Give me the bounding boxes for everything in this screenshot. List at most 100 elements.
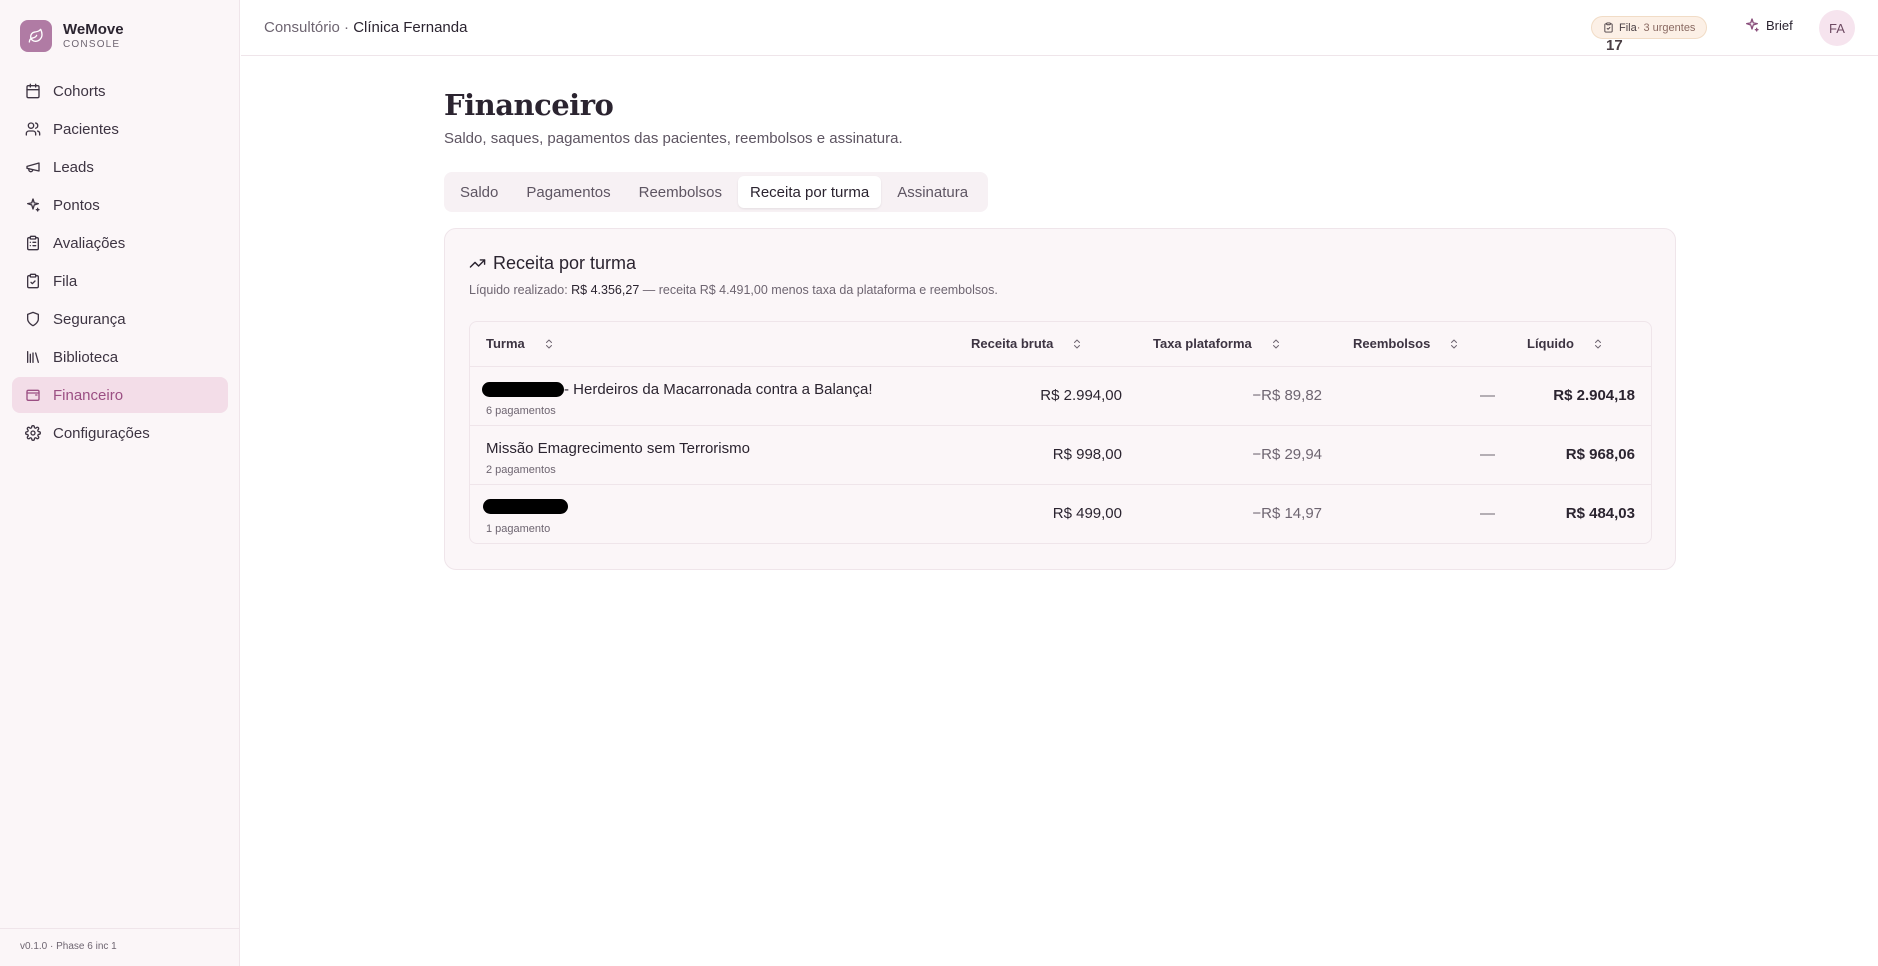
payment-count: 6 pagamentos: [486, 405, 556, 417]
tab-pagamentos[interactable]: Pagamentos: [514, 176, 622, 208]
gear-icon: [25, 425, 41, 441]
tab-saldo[interactable]: Saldo: [448, 176, 510, 208]
sidebar-item-fila[interactable]: Fila: [12, 263, 228, 299]
sidebar-item-label: Fila: [53, 272, 78, 290]
redacted-text: [483, 499, 568, 514]
payment-count: 2 pagamentos: [486, 464, 556, 476]
topbar: Consultório · Clínica Fernanda Fila 17 ·…: [241, 0, 1878, 56]
column-turma-header[interactable]: Turma: [486, 336, 555, 351]
queue-count: 17: [1606, 37, 1623, 54]
queue-badge[interactable]: Fila 17 · 3 urgentes: [1591, 16, 1708, 54]
sort-icon: [1451, 339, 1458, 348]
sidebar-item-biblioteca[interactable]: Biblioteca: [12, 339, 228, 375]
sidebar-item-configuracoes[interactable]: Configurações: [12, 415, 228, 451]
sort-icon: [545, 339, 552, 348]
brand-subtitle: CONSOLE: [63, 39, 121, 50]
library-icon: [27, 351, 39, 363]
column-reembolsos-header[interactable]: Reembolsos: [1353, 336, 1460, 351]
sidebar-item-label: Segurança: [53, 310, 126, 328]
brand[interactable]: WeMove CONSOLE: [20, 20, 124, 52]
sparkles-icon: [1746, 18, 1759, 32]
table-header: Turma Receita bruta Taxa plataforma Reem…: [470, 322, 1651, 367]
refunds: —: [1480, 387, 1495, 404]
leaf-icon: [20, 20, 52, 52]
sidebar: WeMove CONSOLE Cohorts Pacientes Leads P…: [0, 0, 240, 966]
net-revenue: R$ 968,06: [1565, 446, 1635, 463]
column-taxa-plataforma-header[interactable]: Taxa plataforma: [1153, 336, 1282, 351]
column-label: Líquido: [1527, 336, 1574, 351]
gross-revenue: R$ 2.994,00: [1040, 387, 1122, 404]
breadcrumb-clinic[interactable]: Clínica Fernanda: [353, 19, 467, 36]
sidebar-item-label: Leads: [53, 158, 94, 176]
avatar[interactable]: FA: [1819, 10, 1855, 46]
column-label: Taxa plataforma: [1153, 336, 1252, 351]
table-row[interactable]: 1 pagamento R$ 499,00 −R$ 14,97 — R$ 484…: [470, 485, 1651, 543]
cohort-name-text: Missão Emagrecimento sem Terrorismo: [486, 440, 750, 457]
sidebar-item-pacientes[interactable]: Pacientes: [12, 111, 228, 147]
megaphone-icon: [26, 162, 40, 173]
note-suffix: — receita R$ 4.491,00 menos taxa da plat…: [639, 283, 998, 297]
card-note: Líquido realizado: R$ 4.356,27 — receita…: [469, 283, 998, 297]
column-label: Turma: [486, 336, 525, 351]
brand-name: WeMove: [63, 21, 124, 38]
queue-urgent: · 3 urgentes: [1636, 21, 1696, 34]
table-row[interactable]: - Herdeiros da Macarronada contra a Bala…: [470, 367, 1651, 426]
tab-receita-por-turma[interactable]: Receita por turma: [737, 176, 882, 208]
card-title: Receita por turma: [469, 253, 636, 274]
sort-icon: [1074, 339, 1081, 348]
shield-icon: [27, 311, 39, 327]
tab-reembolsos[interactable]: Reembolsos: [627, 176, 734, 208]
clipboard-check-icon: [27, 273, 39, 289]
brief-label: Brief: [1766, 17, 1793, 33]
users-icon: [25, 122, 41, 136]
redacted-text: [482, 382, 564, 397]
revenue-card: Receita por turma Líquido realizado: R$ …: [444, 228, 1676, 570]
sidebar-item-avaliacoes[interactable]: Avaliações: [12, 225, 228, 261]
calendar-icon: [26, 83, 40, 99]
refunds: —: [1480, 505, 1495, 522]
payment-count: 1 pagamento: [486, 523, 551, 535]
sidebar-item-label: Cohorts: [53, 82, 106, 100]
tabs: Saldo Pagamentos Reembolsos Receita por …: [444, 172, 989, 212]
sidebar-item-seguranca[interactable]: Segurança: [12, 301, 228, 337]
gross-revenue: R$ 998,00: [1052, 446, 1122, 463]
brief-button[interactable]: Brief: [1744, 17, 1793, 33]
trending-up-icon: [469, 259, 486, 268]
sidebar-item-cohorts[interactable]: Cohorts: [12, 73, 228, 109]
sparkles-icon: [27, 198, 40, 212]
sidebar-item-leads[interactable]: Leads: [12, 149, 228, 185]
sidebar-item-label: Configurações: [53, 424, 150, 442]
column-label: Receita bruta: [971, 336, 1054, 351]
tab-assinatura[interactable]: Assinatura: [885, 176, 980, 208]
refunds: —: [1480, 446, 1495, 463]
platform-fee: −R$ 29,94: [1252, 446, 1322, 463]
column-receita-bruta-header[interactable]: Receita bruta: [971, 336, 1083, 351]
gross-revenue: R$ 499,00: [1052, 505, 1122, 522]
wallet-icon: [26, 389, 40, 401]
sidebar-nav: Cohorts Pacientes Leads Pontos Avaliaçõe…: [12, 73, 228, 453]
sidebar-item-financeiro[interactable]: Financeiro: [12, 377, 228, 413]
page-subtitle: Saldo, saques, pagamentos das pacientes,…: [444, 130, 903, 147]
net-revenue: R$ 484,03: [1565, 505, 1635, 522]
note-prefix: Líquido realizado:: [469, 283, 572, 297]
sidebar-item-label: Pacientes: [53, 120, 119, 138]
cohort-name: - Herdeiros da Macarronada contra a Bala…: [482, 381, 873, 398]
cohort-name-text: - Herdeiros da Macarronada contra a Bala…: [564, 381, 873, 398]
page-title: Financeiro: [444, 88, 614, 122]
cohort-name: [483, 499, 568, 514]
clipboard-list-icon: [27, 235, 39, 251]
note-value: R$ 4.356,27: [571, 283, 640, 297]
sidebar-item-pontos[interactable]: Pontos: [12, 187, 228, 223]
platform-fee: −R$ 14,97: [1252, 505, 1322, 522]
breadcrumb: Consultório · Clínica Fernanda: [264, 19, 467, 36]
queue-label: Fila: [1619, 21, 1637, 34]
card-title-text: Receita por turma: [493, 253, 637, 273]
sidebar-item-label: Financeiro: [53, 386, 124, 404]
breadcrumb-prefix: Consultório ·: [264, 19, 354, 36]
platform-fee: −R$ 89,82: [1252, 387, 1322, 404]
column-liquido-header[interactable]: Líquido: [1527, 336, 1604, 351]
sort-icon: [1272, 339, 1279, 348]
table-row[interactable]: Missão Emagrecimento sem Terrorismo 2 pa…: [470, 426, 1651, 485]
revenue-table: Turma Receita bruta Taxa plataforma Reem…: [469, 321, 1652, 544]
sidebar-item-label: Avaliações: [53, 234, 126, 252]
